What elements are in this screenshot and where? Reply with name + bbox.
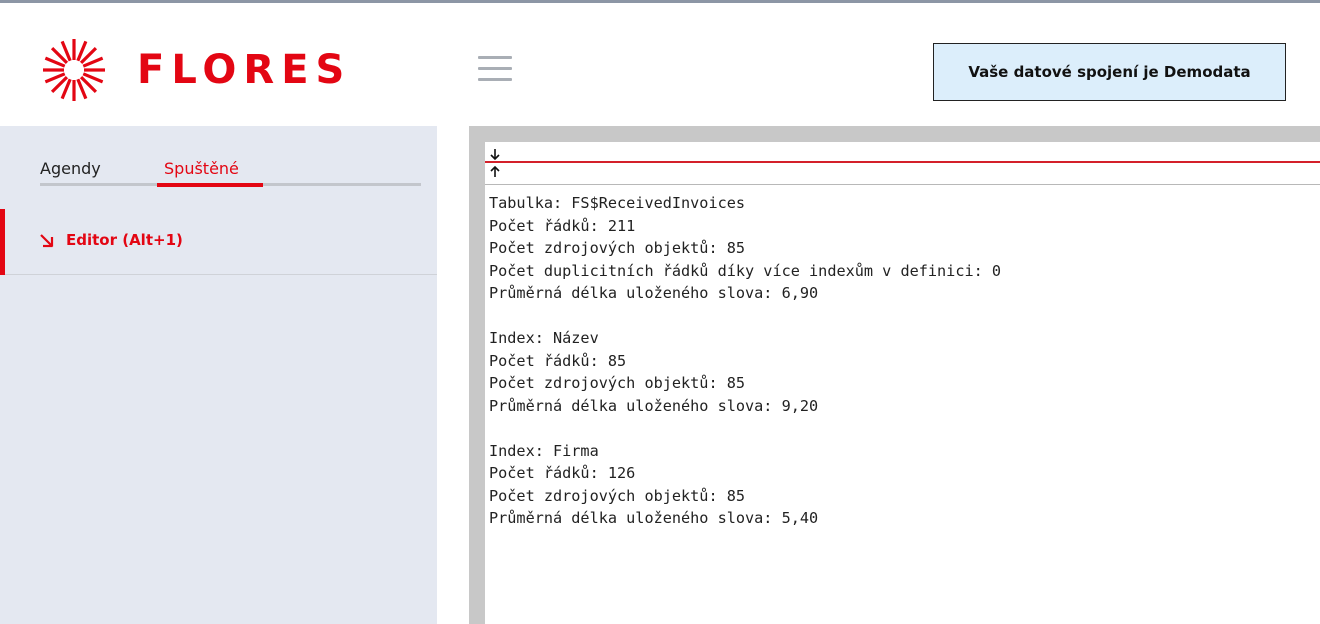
app-header: FLORES Vaše datové spojení je Demodata [0, 3, 1320, 126]
tab-agendy[interactable]: Agendy [40, 159, 101, 178]
hamburger-line [478, 56, 512, 59]
hamburger-line [478, 67, 512, 70]
data-connection-button[interactable]: Vaše datové spojení je Demodata [933, 43, 1286, 101]
sidebar-item-label: Editor (Alt+1) [66, 231, 183, 249]
active-item-indicator [0, 209, 5, 275]
statistics-line: Průměrná délka uloženého slova: 6,90 [489, 284, 819, 302]
editor-frame-top [469, 126, 1320, 142]
statistics-line: Index: Název [489, 329, 599, 347]
hamburger-line [478, 78, 512, 81]
menu-toggle-button[interactable] [478, 56, 512, 84]
statistics-line: Průměrná délka uloženého slova: 9,20 [489, 396, 819, 415]
arrow-down-right-icon [40, 234, 54, 248]
splitter-collapse-icon[interactable] [489, 148, 501, 178]
table-statistics-text: Tabulka: FS$ReceivedInvoices Počet řádků:… [489, 192, 1001, 530]
statistics-line: Počet zdrojových objektů: 85 [489, 239, 746, 257]
statistics-line: Počet řádků: 126 [489, 464, 636, 482]
sidebar-item-editor[interactable]: Editor (Alt+1) [0, 209, 437, 275]
flores-logo[interactable]: FLORES [40, 37, 390, 103]
editor-top-border [485, 184, 1320, 185]
active-tab-indicator [157, 183, 263, 187]
statistics-line: Index: Firma [489, 441, 599, 460]
statistics-line: Počet řádků: 85 [489, 351, 627, 370]
splitter-line [485, 161, 1320, 163]
statistics-line: Počet řádků: 211 [489, 216, 636, 235]
statistics-line: Počet zdrojových objektů: 85 [489, 486, 746, 505]
tab-spustene[interactable]: Spuštěné [164, 159, 239, 178]
editor-panel[interactable]: Tabulka: FS$ReceivedInvoices Počet řádků:… [485, 142, 1320, 624]
flores-sun-icon [43, 39, 105, 101]
statistics-line: Průměrná délka uloženého slova: 5,40 [489, 509, 819, 527]
sidebar: Agendy Spuštěné Editor (Alt+1) [0, 126, 437, 624]
statistics-line: Počet duplicitních řádků díky více index… [489, 261, 1002, 280]
editor-frame-left [469, 126, 485, 624]
statistics-line: Tabulka: FS$ReceivedInvoices [489, 194, 746, 212]
statistics-line: Počet zdrojových objektů: 85 [489, 374, 746, 392]
logo-text: FLORES [137, 47, 352, 93]
